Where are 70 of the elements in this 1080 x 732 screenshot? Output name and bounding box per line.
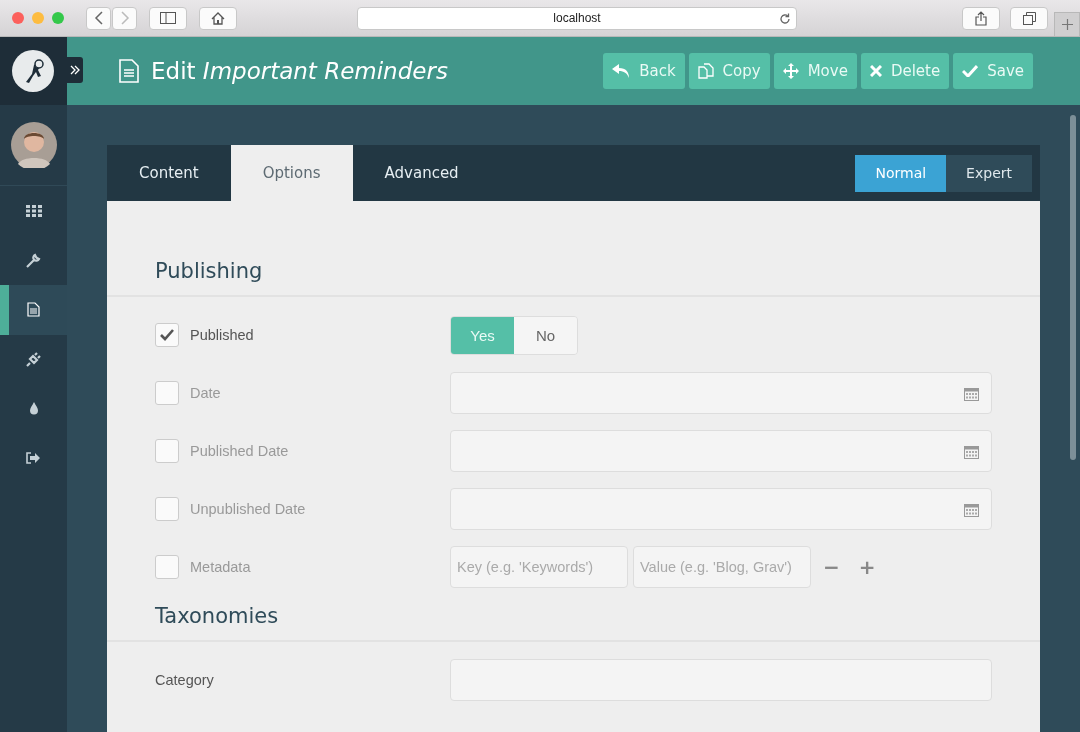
- date-field[interactable]: [450, 488, 992, 530]
- tab[interactable]: Advanced: [352, 145, 491, 201]
- zoom-button[interactable]: [52, 12, 64, 24]
- section-heading: Taxonomies: [155, 604, 280, 628]
- calendar-icon: [964, 443, 979, 459]
- copy-icon: [697, 63, 714, 79]
- toggle-option[interactable]: No: [514, 316, 577, 354]
- page-title: Edit Important Reminders: [151, 58, 448, 84]
- field-label: Published: [190, 327, 254, 343]
- new-tab-button[interactable]: [1054, 12, 1080, 36]
- calendar-icon: [964, 501, 979, 517]
- close-button[interactable]: [12, 12, 24, 24]
- back-nav-button[interactable]: [86, 6, 111, 30]
- document-icon: [119, 59, 139, 83]
- back-button[interactable]: Back: [603, 53, 685, 89]
- url-text: localhost: [553, 11, 601, 25]
- value-input[interactable]: Value (e.g. 'Blog, Grav'): [633, 546, 811, 588]
- calendar-icon: [964, 385, 979, 401]
- chevron-left-icon: [93, 11, 104, 25]
- key-input[interactable]: Key (e.g. 'Keywords'): [450, 546, 628, 588]
- sidebar-item[interactable]: [0, 285, 67, 335]
- field-label: Unpublished Date: [190, 501, 306, 517]
- sidebar-toggle-button[interactable]: [149, 6, 187, 30]
- move-arrows-icon: [782, 63, 799, 79]
- checkbox[interactable]: [155, 439, 179, 463]
- grid-icon: [25, 204, 42, 217]
- home-icon: [211, 11, 225, 25]
- tab[interactable]: Content: [107, 145, 231, 201]
- reload-icon[interactable]: [779, 12, 791, 25]
- toggle-option[interactable]: Yes: [451, 316, 514, 354]
- chevron-right-icon: [119, 11, 130, 25]
- address-bar[interactable]: localhost: [357, 6, 797, 30]
- section-heading: Publishing: [155, 259, 264, 283]
- move-button[interactable]: Move: [773, 53, 857, 89]
- delete-button[interactable]: Delete: [860, 53, 950, 89]
- home-button[interactable]: [199, 6, 237, 30]
- tabs-button[interactable]: [1010, 6, 1048, 30]
- field-label: Date: [190, 385, 221, 401]
- field-label: Published Date: [190, 443, 289, 459]
- logout-icon: [26, 452, 41, 465]
- close-icon: [869, 65, 882, 77]
- wrench-icon: [26, 252, 41, 268]
- field-label: Metadata: [190, 559, 251, 575]
- reply-arrow-icon: [612, 64, 631, 78]
- tab[interactable]: Options: [230, 145, 353, 201]
- checkbox[interactable]: [155, 497, 179, 521]
- checkbox[interactable]: [155, 323, 179, 347]
- remove-button[interactable]: −: [816, 555, 847, 579]
- checkbox[interactable]: [155, 381, 179, 405]
- checkbox[interactable]: [155, 555, 179, 579]
- sidebar-icon: [160, 12, 176, 24]
- document-icon: [27, 302, 40, 318]
- field-label: Category: [155, 672, 214, 688]
- avatar[interactable]: [10, 122, 57, 168]
- date-field[interactable]: [450, 372, 992, 414]
- add-button[interactable]: +: [851, 555, 883, 579]
- tabs-icon: [1022, 11, 1036, 25]
- save-button[interactable]: Save: [953, 53, 1033, 89]
- mode-button[interactable]: Expert: [946, 154, 1032, 192]
- date-field[interactable]: [450, 430, 992, 472]
- share-icon: [975, 10, 987, 26]
- expand-sidebar-icon[interactable]: [67, 57, 83, 83]
- checkmark-icon: [962, 65, 979, 77]
- forward-nav-button[interactable]: [112, 6, 137, 30]
- plus-icon: [1061, 19, 1073, 30]
- mode-button[interactable]: Normal: [855, 154, 947, 192]
- drop-icon: [28, 402, 39, 416]
- copy-button[interactable]: Copy: [688, 53, 770, 89]
- share-button[interactable]: [962, 6, 1000, 30]
- checkmark-icon: [160, 329, 174, 341]
